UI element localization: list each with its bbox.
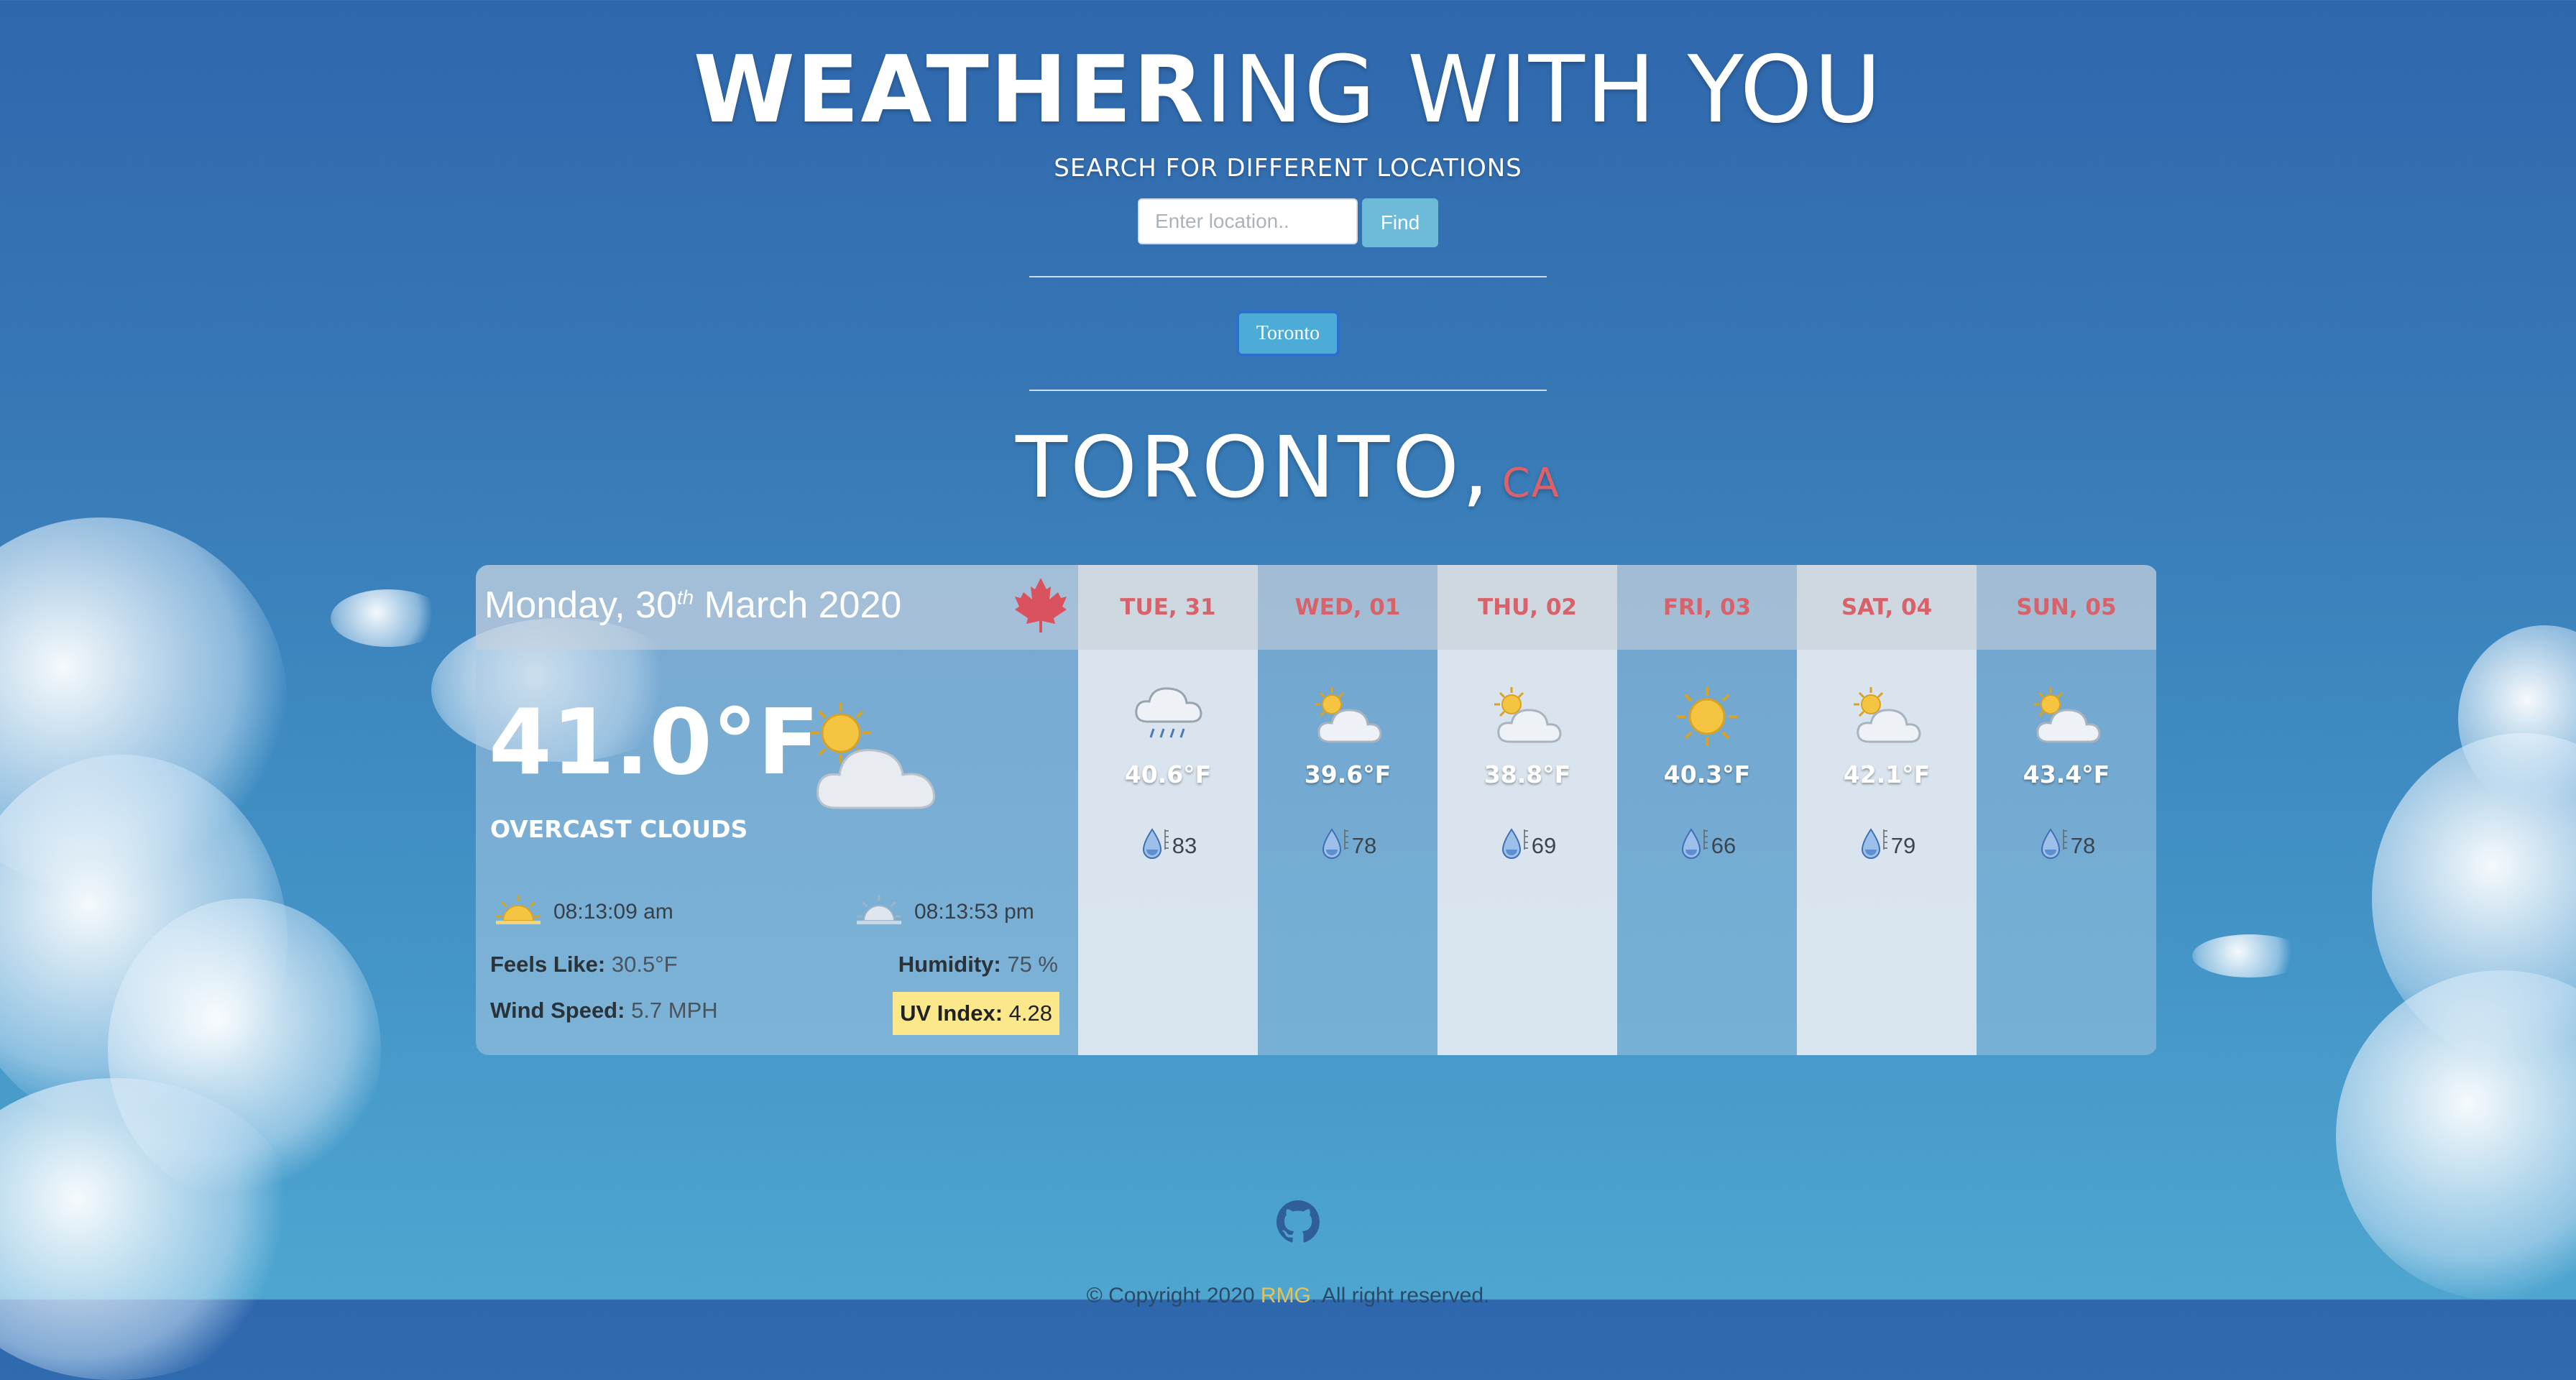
country-code: CA [1501, 460, 1560, 507]
wind-speed-label: Wind Speed: [490, 998, 625, 1023]
today-header: Monday, 30th March 2020 [476, 565, 1078, 650]
partly-cloudy-icon [1797, 684, 1977, 749]
today-month-year: March 2020 [694, 584, 902, 626]
saved-locations: Toronto [0, 310, 2576, 356]
partly-cloudy-icon [1977, 684, 2156, 749]
humidity-drop-icon [1858, 825, 1891, 867]
forecast-humidity: 66 [1617, 825, 1797, 867]
weather-card: Monday, 30th March 2020 41.0°F OVERCAST [476, 565, 2158, 1055]
forecast-humidity-value: 83 [1172, 833, 1197, 858]
app-title: WEATHERING WITH YOU [0, 40, 2576, 141]
humidity: Humidity: 75 % [898, 952, 1058, 978]
forecast-day-label: THU, 02 [1438, 565, 1617, 650]
partly-cloudy-icon [808, 700, 952, 832]
search-bar: Find [0, 198, 2576, 247]
saved-location-toronto-button[interactable]: Toronto [1236, 310, 1340, 356]
feels-like: Feels Like: 30.5°F [490, 952, 678, 978]
location-search-input[interactable] [1138, 198, 1358, 244]
city-heading: TORONTO, CA [0, 424, 2576, 527]
sunrise-time: 08:13:09 am [553, 900, 673, 924]
rain-icon [1078, 684, 1258, 749]
maple-leaf-flag-icon [1013, 576, 1068, 637]
forecast-humidity: 69 [1438, 825, 1617, 867]
sunrise: 08:13:09 am [493, 892, 673, 932]
humidity-label: Humidity: [898, 952, 1001, 977]
divider-top [1029, 276, 1547, 277]
forecast-temperature: 39.6°F [1304, 760, 1392, 788]
forecast-temperature: 43.4°F [2023, 760, 2110, 788]
app-title-light: ING WITH YOU [1205, 37, 1883, 144]
footer: © Copyright 2020 RMG. All right reserved… [0, 1284, 2576, 1308]
forecast-humidity: 78 [1258, 825, 1438, 867]
footer-suffix: . All right reserved. [1310, 1284, 1490, 1307]
sunset-icon [854, 892, 904, 932]
partly-cloudy-icon [1258, 684, 1438, 749]
forecast-temperature: 40.3°F [1663, 760, 1751, 788]
forecast-humidity-value: 78 [1351, 833, 1377, 858]
forecast-day: FRI, 03 40.3°F 66 [1617, 565, 1797, 1055]
search-subtitle: SEARCH FOR DIFFERENT LOCATIONS [1054, 154, 1522, 183]
humidity-drop-icon [1139, 825, 1172, 867]
feels-like-value: 30.5°F [611, 952, 678, 977]
wind-speed: Wind Speed: 5.7 MPH [490, 998, 718, 1024]
forecast-day: TUE, 31 40.6°F 83 [1078, 565, 1258, 1055]
forecast-day: WED, 01 39.6°F 78 [1258, 565, 1438, 1055]
humidity-drop-icon [1319, 825, 1352, 867]
today-day: Monday, 30 [484, 584, 677, 626]
uv-index-label: UV Index: [900, 1000, 1003, 1026]
humidity-drop-icon [1678, 825, 1711, 867]
forecast-day: SUN, 05 43.4°F 78 [1977, 565, 2156, 1055]
divider-bottom [1029, 390, 1547, 391]
feels-like-label: Feels Like: [490, 952, 606, 977]
humidity-drop-icon [2038, 825, 2071, 867]
humidity-value: 75 % [1007, 952, 1058, 977]
forecast-humidity-value: 66 [1711, 833, 1736, 858]
forecast-temperature: 40.6°F [1124, 760, 1212, 788]
uv-index-value: 4.28 [1008, 1000, 1052, 1026]
forecast-humidity-value: 69 [1531, 833, 1557, 858]
footer-author-link[interactable]: RMG [1261, 1284, 1311, 1307]
wind-speed-value: 5.7 MPH [631, 998, 718, 1023]
forecast-humidity-value: 79 [1890, 833, 1916, 858]
forecast-day-label: WED, 01 [1258, 565, 1438, 650]
today-panel: Monday, 30th March 2020 41.0°F OVERCAST [476, 565, 1078, 1055]
forecast-day-label: SAT, 04 [1797, 565, 1977, 650]
footer-prefix: © Copyright 2020 [1086, 1284, 1261, 1307]
sunset-time: 08:13:53 pm [914, 900, 1034, 924]
today-day-suffix: th [676, 586, 694, 609]
forecast-day-label: TUE, 31 [1078, 565, 1258, 650]
header: WEATHERING WITH YOU SEARCH FOR DIFFERENT… [0, 40, 2576, 527]
partly-cloudy-icon [1438, 684, 1617, 749]
forecast-humidity: 78 [1977, 825, 2156, 867]
forecast-day-label: FRI, 03 [1617, 565, 1797, 650]
humidity-drop-icon [1499, 825, 1532, 867]
sun-times: 08:13:09 am 08:13:53 pm [490, 892, 1065, 932]
sunset: 08:13:53 pm [854, 892, 1034, 932]
forecast-temperature: 38.8°F [1484, 760, 1571, 788]
forecast-day: SAT, 04 42.1°F 79 [1797, 565, 1977, 1055]
weather-condition: OVERCAST CLOUDS [490, 815, 748, 843]
forecast-temperature: 42.1°F [1843, 760, 1931, 788]
find-button[interactable]: Find [1362, 198, 1438, 247]
uv-index: UV Index: 4.28 [893, 992, 1059, 1035]
city-name: TORONTO, [1016, 418, 1492, 517]
current-temperature: 41.0°F [489, 689, 819, 795]
forecast-day: THU, 02 38.8°F 69 [1438, 565, 1617, 1055]
forecast-humidity: 79 [1797, 825, 1977, 867]
sun-icon [1617, 684, 1797, 749]
sunrise-icon [493, 892, 543, 932]
forecast-day-label: SUN, 05 [1977, 565, 2156, 650]
app-title-bold: WEATHER [693, 37, 1205, 144]
today-date: Monday, 30th March 2020 [484, 584, 901, 627]
forecast-humidity-value: 78 [2070, 833, 2096, 858]
github-icon[interactable] [1276, 1200, 1320, 1246]
forecast-humidity: 83 [1078, 825, 1258, 867]
